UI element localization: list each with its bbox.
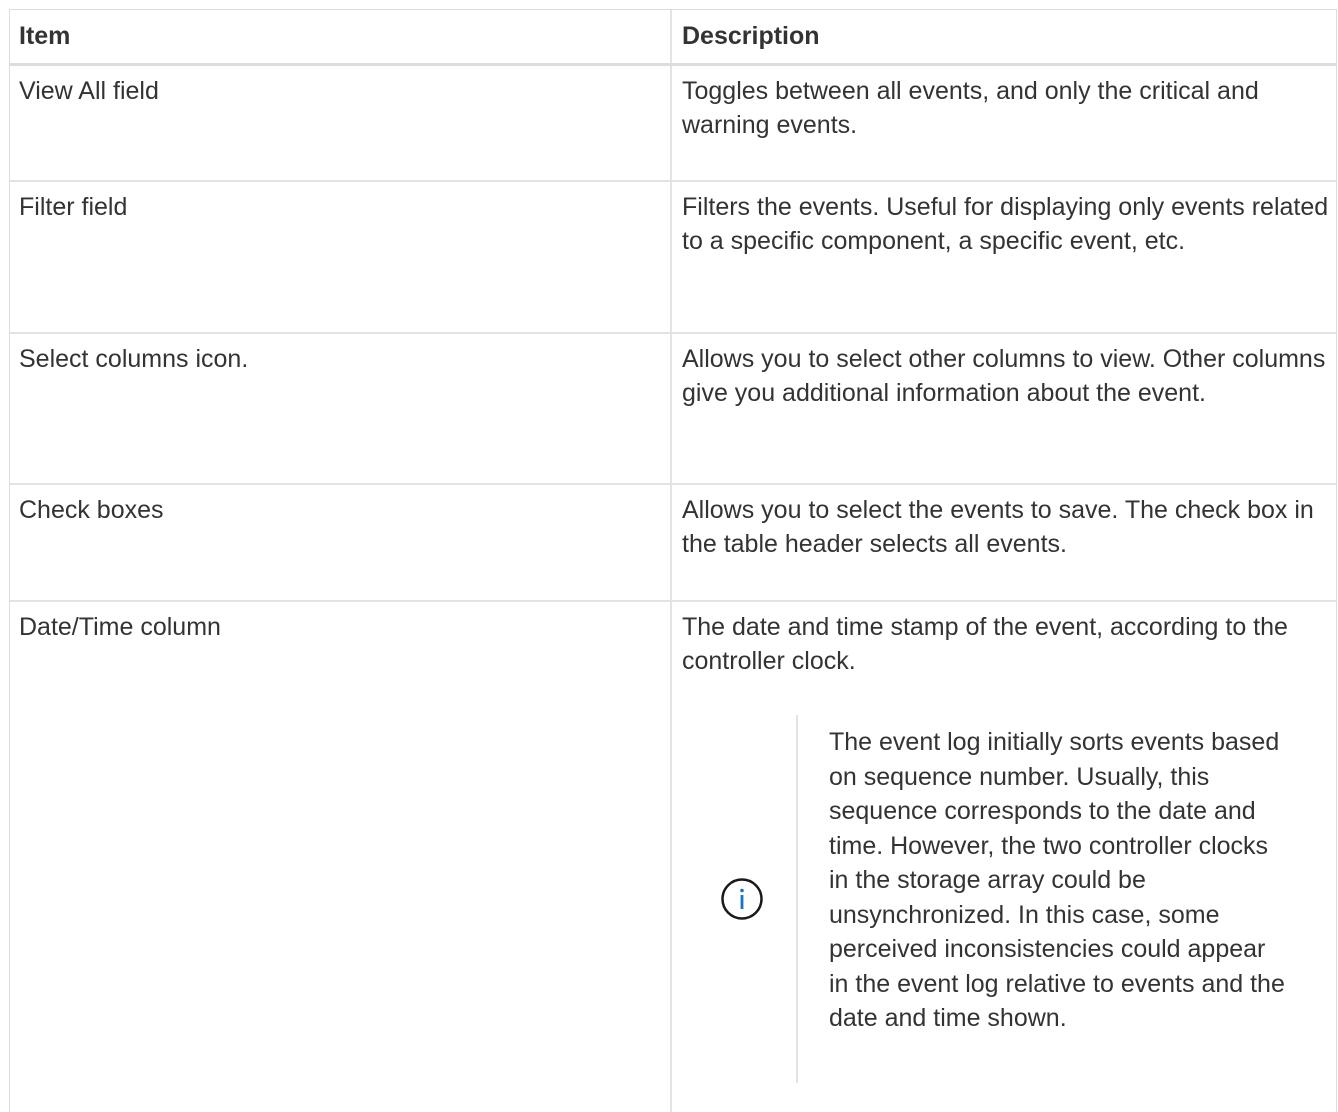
row-description-with-note: The date and time stamp of the event, ac… xyxy=(672,602,1336,1112)
row-description: Toggles between all events, and only the… xyxy=(682,77,1259,139)
table-row: Select columns icon. Allows you to selec… xyxy=(10,334,1336,485)
row-description: Filters the events. Useful for displayin… xyxy=(682,193,1329,255)
table-row: Filter field Filters the events. Useful … xyxy=(10,182,1336,334)
row-description: The date and time stamp of the event, ac… xyxy=(682,613,1288,675)
note-text: The event log initially sorts events bas… xyxy=(829,728,1285,1032)
row-item: View All field xyxy=(10,66,672,180)
row-item: Filter field xyxy=(10,182,672,332)
row-item: Select columns icon. xyxy=(10,334,672,483)
row-item: Check boxes xyxy=(10,485,672,600)
header-item: Item xyxy=(10,10,672,63)
table-header-row: Item Description xyxy=(10,10,1336,66)
info-icon xyxy=(721,878,763,920)
note-icon-column xyxy=(682,715,798,1083)
info-note: The event log initially sorts events bas… xyxy=(682,715,1332,1083)
row-item: Date/Time column xyxy=(10,602,672,1112)
table-row: Date/Time column The date and time stamp… xyxy=(10,602,1336,1112)
row-description: Allows you to select the events to save.… xyxy=(682,496,1314,558)
events-table: Item Description View All field Toggles … xyxy=(9,9,1337,1112)
table-row: Check boxes Allows you to select the eve… xyxy=(10,485,1336,602)
row-description: Allows you to select other columns to vi… xyxy=(682,345,1326,407)
header-description: Description xyxy=(682,22,820,50)
table-row: View All field Toggles between all event… xyxy=(10,66,1336,182)
